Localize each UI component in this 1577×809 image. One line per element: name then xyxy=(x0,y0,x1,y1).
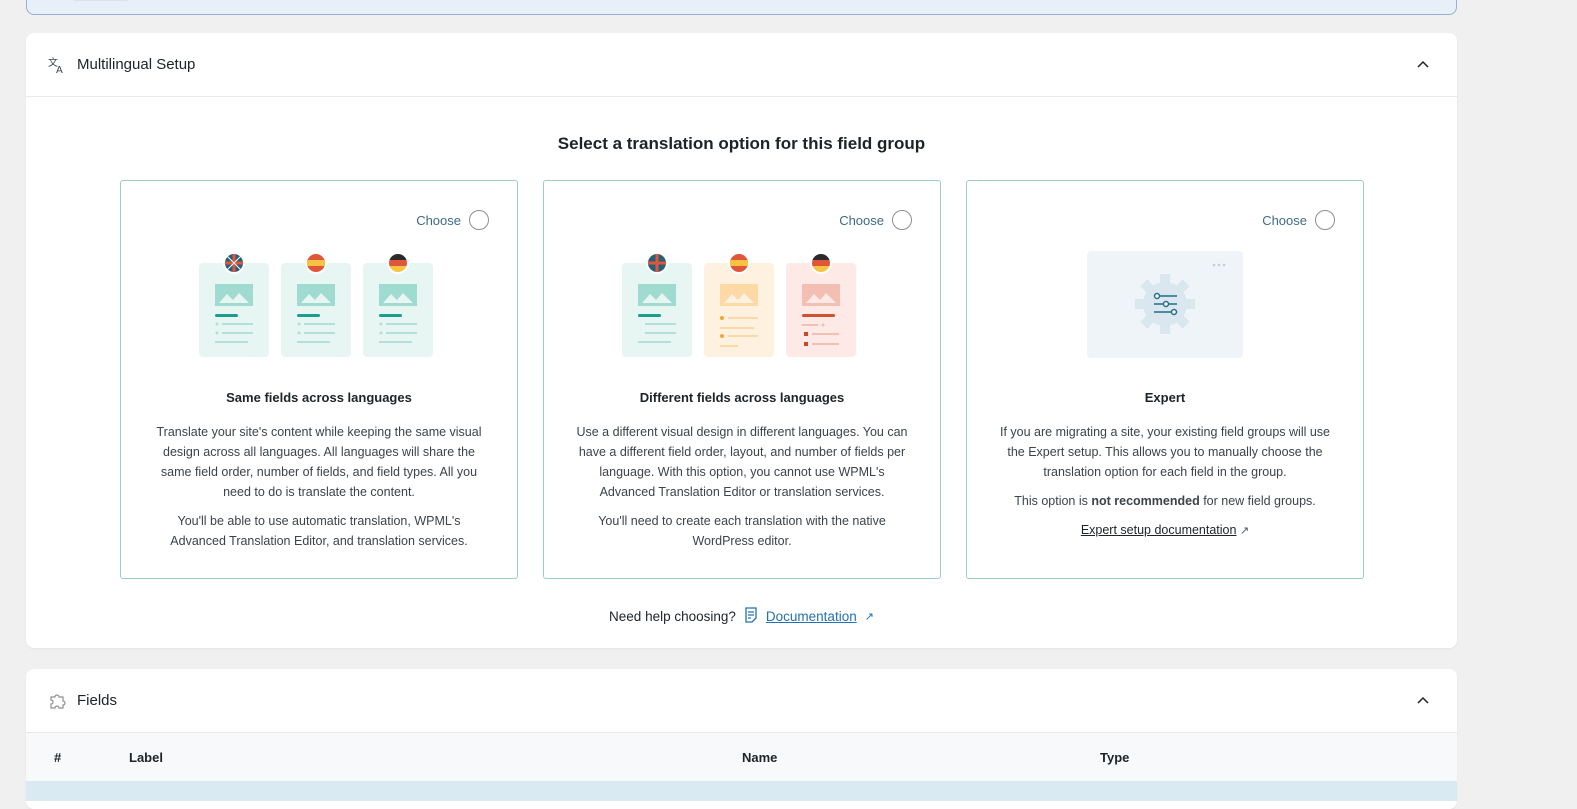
card-description: You'll need to create each translation w… xyxy=(598,514,886,548)
choose-label: Choose xyxy=(1262,212,1307,228)
card-title: Same fields across languages xyxy=(226,390,412,405)
fields-header[interactable]: Fields xyxy=(26,669,1457,733)
radio-icon[interactable] xyxy=(1315,210,1335,230)
different-fields-illustration xyxy=(544,247,940,357)
puzzle-icon xyxy=(48,692,66,710)
choose-radio[interactable]: Choose xyxy=(1262,210,1335,230)
help-line: Need help choosing? Documentation ↗ xyxy=(26,607,1457,626)
svg-text:A: A xyxy=(56,65,63,74)
multilingual-setup-panel: 文A Multilingual Setup Select a translati… xyxy=(26,33,1457,648)
panel-title: Fields xyxy=(77,692,118,709)
multilingual-setup-header[interactable]: 文A Multilingual Setup xyxy=(26,33,1457,97)
fields-panel: Fields # Label Name Type xyxy=(26,669,1457,809)
expert-illustration xyxy=(967,251,1363,358)
card-title: Different fields across languages xyxy=(639,390,845,405)
column-type: Type xyxy=(1100,749,1130,765)
section-title: Select a translation option for this fie… xyxy=(557,134,926,153)
help-text: Need help choosing? xyxy=(609,609,736,624)
card-title: Expert xyxy=(1144,390,1186,405)
radio-icon[interactable] xyxy=(892,210,912,230)
card-note: This option is not recommended for new f… xyxy=(1014,494,1316,508)
fields-table-header: # Label Name Type xyxy=(26,733,1457,781)
option-card-same-fields[interactable]: Choose Same fields across languages Tran… xyxy=(120,180,518,579)
translate-icon: 文A xyxy=(48,56,66,74)
external-link-icon: ↗ xyxy=(1239,525,1250,537)
card-description: If you are migrating a site, your existi… xyxy=(999,425,1331,479)
choose-label: Choose xyxy=(839,212,884,228)
external-link-icon: ↗ xyxy=(864,611,874,623)
table-row[interactable] xyxy=(26,781,1457,801)
document-icon xyxy=(744,607,758,626)
column-label: Label xyxy=(129,749,163,765)
choose-radio[interactable]: Choose xyxy=(416,210,489,230)
choose-label: Choose xyxy=(416,212,461,228)
chevron-up-icon[interactable] xyxy=(1415,693,1431,709)
documentation-link[interactable]: Documentation xyxy=(766,609,857,624)
card-description: You'll be able to use automatic translat… xyxy=(170,514,468,548)
option-card-expert[interactable]: Choose Expert If you are migrating a sit… xyxy=(966,180,1364,579)
same-fields-illustration xyxy=(121,247,517,357)
panel-title: Multilingual Setup xyxy=(77,56,196,73)
column-name: Name xyxy=(742,749,778,765)
option-card-different-fields[interactable]: Choose Different fields across languages… xyxy=(543,180,941,579)
choose-radio[interactable]: Choose xyxy=(839,210,912,230)
column-number: # xyxy=(54,749,62,765)
chevron-up-icon[interactable] xyxy=(1415,57,1431,73)
card-description: Translate your site's content while keep… xyxy=(156,425,482,499)
card-description: Use a different visual design in differe… xyxy=(576,425,908,499)
notice-box xyxy=(26,0,1457,15)
expert-docs-link[interactable]: Expert setup documentation xyxy=(1081,523,1237,537)
radio-icon[interactable] xyxy=(469,210,489,230)
